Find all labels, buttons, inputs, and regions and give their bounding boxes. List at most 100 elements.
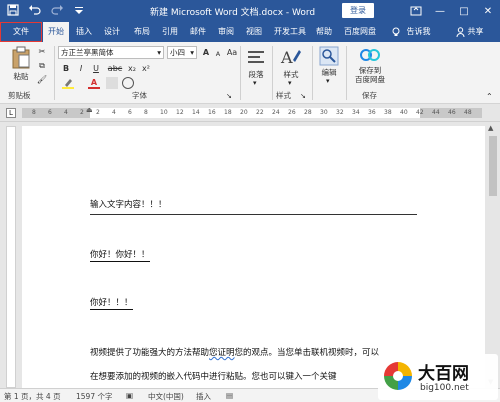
paste-button[interactable]: 粘贴 (8, 46, 34, 86)
insert-mode[interactable]: 插入 (196, 391, 211, 402)
ruler-tick-label: 44 (432, 109, 440, 116)
ruler-tick-label: 32 (336, 109, 344, 116)
ruler-tick-label: 20 (240, 109, 248, 116)
share-button[interactable]: 共享 (456, 22, 484, 42)
scroll-up-icon[interactable]: ▲ (488, 124, 493, 132)
ruler-tick-label: 46 (448, 109, 456, 116)
doc-line-4[interactable]: 视频提供了功能强大的方法帮助您证明您的观点。当您单击联机视频时，可以 (90, 346, 379, 358)
doc-line-3[interactable]: 你好！！！ (90, 296, 133, 310)
window-controls: — □ ✕ (404, 0, 500, 22)
save-to-baidu-button[interactable]: 保存到 百度网盘 (350, 46, 390, 92)
dialog-launcher-icon[interactable]: ↘ (300, 92, 306, 100)
font-color-button[interactable]: A (88, 77, 100, 89)
watermark-title: 大百网 (418, 364, 469, 384)
tab-baidu[interactable]: 百度网盘 (340, 22, 380, 42)
tell-me-search[interactable]: 告诉我 (392, 22, 431, 42)
doc-line-2[interactable]: 你好！你好！！ (90, 248, 150, 262)
doc-line-5[interactable]: 在想要添加的视频的嵌入代码中进行粘贴。您也可以键入一个关键 (90, 370, 337, 382)
font-size-value: 小四 (170, 48, 185, 57)
tab-references[interactable]: 引用 (158, 22, 182, 42)
language-indicator[interactable]: 中文(中国) (148, 391, 184, 402)
chevron-down-icon: ▾ (288, 79, 292, 87)
ruler-tick-label: 2 (80, 109, 84, 116)
save-baidu-line1: 保存到 (358, 66, 382, 75)
vertical-scrollbar[interactable]: ▲ ▼ (486, 122, 500, 388)
customize-qat-icon[interactable] (72, 3, 86, 17)
maximize-button[interactable]: □ (452, 0, 476, 22)
tab-view[interactable]: 视图 (242, 22, 266, 42)
horizontal-rule (90, 214, 417, 215)
close-button[interactable]: ✕ (476, 0, 500, 22)
ribbon-tabs: 文件 开始 插入 设计 布局 引用 邮件 审阅 视图 开发工具 帮助 百度网盘 … (0, 22, 500, 42)
tab-home[interactable]: 开始 (43, 22, 69, 42)
italic-button[interactable]: I (75, 63, 87, 75)
paragraph-button[interactable]: 段落 ▾ (244, 46, 268, 92)
tab-mailings[interactable]: 邮件 (186, 22, 210, 42)
font-group-label: 字体 (132, 91, 147, 100)
ruler-tick-label: 18 (224, 109, 232, 116)
ribbon-display-icon[interactable] (404, 0, 428, 22)
save-group-label: 保存 (362, 91, 377, 100)
login-button[interactable]: 登录 (342, 3, 374, 18)
enclose-char-icon[interactable] (122, 77, 134, 89)
macro-icon[interactable]: ▤ (226, 391, 233, 400)
ruler-tick-label: 8 (32, 109, 36, 116)
save-baidu-line2: 百度网盘 (355, 75, 385, 84)
copy-icon[interactable]: ⧉ (36, 60, 48, 72)
tab-file[interactable]: 文件 (0, 22, 42, 42)
tab-selector-icon[interactable]: L (6, 108, 16, 118)
font-size-select[interactable]: 小四 ▾ (167, 46, 197, 59)
format-painter-icon[interactable]: 🖌 (36, 74, 48, 86)
vertical-ruler[interactable] (6, 126, 16, 388)
tab-help[interactable]: 帮助 (312, 22, 336, 42)
watermark-url: big100.net (420, 383, 469, 393)
subscript-button[interactable]: x₂ (126, 63, 138, 75)
ruler-tick-label: 36 (368, 109, 376, 116)
minimize-button[interactable]: — (428, 0, 452, 22)
share-label: 共享 (467, 27, 484, 36)
font-name-select[interactable]: 方正兰亭黑简体 ▾ (58, 46, 164, 59)
ruler-tick-label: 16 (208, 109, 216, 116)
shrink-font-button[interactable]: A (212, 48, 224, 60)
doc-line-4-part-a: 视频提供了功能强大的方法帮助 (90, 348, 210, 358)
superscript-button[interactable]: x² (140, 63, 152, 75)
indent-marker-icon[interactable]: ⏏ (86, 106, 93, 114)
horizontal-ruler[interactable]: L ⏏ 8 6 4 2 2 4 6 8 10 12 14 16 18 20 22 24 26 28 30 32 34 36… (0, 104, 500, 122)
strikethrough-button[interactable]: abc (106, 63, 124, 75)
collapse-ribbon-icon[interactable]: ⌃ (486, 92, 493, 101)
underline-button[interactable]: U (90, 63, 102, 75)
title-bar: 新建 Microsoft Word 文档.docx - Word 登录 — □ … (0, 0, 500, 22)
divider (346, 46, 347, 100)
chevron-down-icon: ▾ (157, 48, 161, 57)
watermark-logo: 大百网 big100.net (378, 354, 498, 400)
undo-icon[interactable] (28, 3, 42, 17)
character-shading-icon[interactable] (106, 77, 118, 89)
tab-insert[interactable]: 插入 (72, 22, 96, 42)
styles-button[interactable]: A 样式 ▾ (278, 46, 304, 92)
editing-button[interactable]: 编辑 ▾ (316, 46, 342, 92)
tab-review[interactable]: 审阅 (214, 22, 238, 42)
doc-line-1[interactable]: 输入文字内容！！！ (90, 198, 167, 210)
word-count[interactable]: 1597 个字 (76, 391, 112, 402)
ruler-tick-label: 4 (64, 109, 68, 116)
tab-developer[interactable]: 开发工具 (270, 22, 310, 42)
font-name-value: 方正兰亭黑简体 (61, 48, 114, 57)
cut-icon[interactable]: ✂ (36, 46, 48, 58)
page-count[interactable]: 第 1 页，共 4 页 (4, 391, 61, 402)
divider (240, 46, 241, 100)
bold-button[interactable]: B (60, 63, 72, 75)
grow-font-button[interactable]: A (200, 47, 212, 59)
ruler-tick-label: 28 (304, 109, 312, 116)
scrollbar-thumb[interactable] (489, 136, 497, 196)
ruler-tick-label: 10 (160, 109, 168, 116)
case-button[interactable]: Aa (226, 47, 238, 59)
tab-design[interactable]: 设计 (100, 22, 124, 42)
tab-layout[interactable]: 布局 (130, 22, 154, 42)
chevron-down-icon: ▾ (190, 48, 194, 57)
save-icon[interactable] (6, 3, 20, 17)
ruler-tick-label: 8 (144, 109, 148, 116)
proofing-icon[interactable]: ▣ (126, 391, 133, 400)
highlighter-icon[interactable] (62, 77, 80, 91)
dialog-launcher-icon[interactable]: ↘ (226, 92, 232, 100)
redo-icon[interactable] (50, 3, 64, 17)
